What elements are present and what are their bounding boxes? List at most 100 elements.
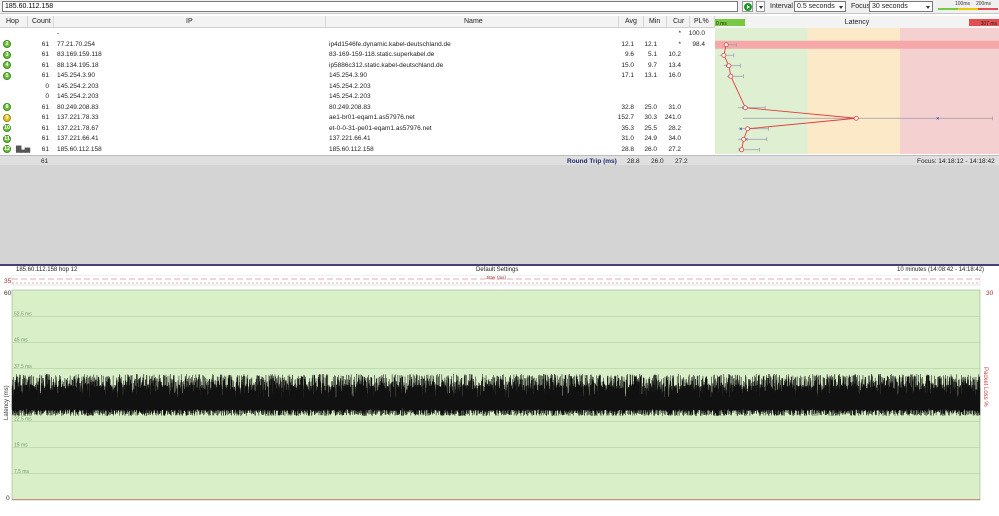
chevron-down-icon [839,6,843,9]
table-row[interactable]: 12 61 185.60.112.158 185.60.112.158 28.8 26.0… [0,145,715,154]
hop-ip: 145.254.3.90 [57,72,95,79]
hop-ip: 80.249.208.83 [57,103,99,111]
hop-count: 61 [41,145,49,153]
chart-settings-label[interactable]: Default Settings [476,267,518,273]
hop-ip: 185.60.112.158 [57,145,102,153]
col-avg[interactable]: Avg [625,18,637,25]
avg-point [726,63,732,69]
start-options-dropdown[interactable] [756,1,765,12]
hop-ip: 77.21.70.254 [57,40,95,48]
table-row[interactable]: 11 61 137.221.66.41 137.221.66.41 31.0 24.9 34… [0,134,715,143]
hop-cur: 31.0 [668,103,681,111]
table-row[interactable]: 9 61 137.221.78.33 ae1-br01-eqam1.as57976.n… [0,113,715,122]
hop-avg: 152.7 [617,114,634,121]
col-cur[interactable]: Cur [673,18,684,25]
pane-splitter[interactable] [0,264,999,266]
toolbar: Interval 0.5 seconds Focus 30 seconds 10… [0,0,999,14]
summary-cur: 27.2 [675,157,688,165]
focus-range: Focus: 14:18:12 - 14:18:42 [917,157,995,165]
chart-range-label: 10 minutes (14:08:42 - 14:18:42) [897,267,985,273]
table-row[interactable]: 0 145.254.2.203 145.254.2.203 [0,82,715,91]
hop-min: 26.0 [644,145,657,153]
hop-ip: 88.134.195.18 [57,61,99,69]
jitter-label: Jitter (ms) [486,275,506,280]
target-input[interactable] [2,1,738,12]
hop-count: 61 [41,124,49,132]
hop-badge: 2 [3,40,11,48]
hop-min: 12.1 [644,40,657,48]
focus-select[interactable]: 30 seconds [869,1,933,12]
hop-badge: 8 [3,103,11,111]
legend-red-bar [978,8,998,10]
table-row[interactable]: 4 61 88.134.195.18 ip5886c312.static.kabel-… [0,61,715,70]
table-row[interactable]: 10 61 137.221.78.67 et-0-0-31-pe01-eqam1.as… [0,124,715,133]
hop-avg: 28.8 [621,145,634,153]
packet-loss-band [715,40,999,49]
summary-min: 26.0 [651,157,664,165]
hop-count: 61 [41,103,49,111]
avg-point [742,105,748,111]
avg-point [741,136,747,142]
hop-name: ip5886c312.static.kabel-deutschland.de [329,61,444,69]
table-row[interactable]: 5 61 145.254.3.90 145.254.3.90 17.1 13.1 16.0 [0,71,715,80]
table-row[interactable]: - * 100.0 [0,29,715,38]
table-row[interactable]: 8 61 80.249.208.83 80.249.208.83 32.8 25.0 31.… [0,103,715,112]
hop-count: 61 [41,114,49,121]
hop-name: et-0-0-31-pe01-eqam1.as57976.net [329,124,432,132]
hop-badge: 12 [3,145,11,153]
hop-cur: * [678,40,681,48]
yellow-zone [807,16,901,154]
focus-label: Focus [851,3,871,10]
graph-icon[interactable]: ▇▃▅ [16,145,30,153]
red-zone [900,16,999,154]
chevron-down-icon [926,6,930,9]
y-grid-label: 15 ms [14,443,28,449]
col-hop[interactable]: Hop [6,18,19,25]
col-min[interactable]: Min [649,18,660,25]
interval-value: 0.5 seconds [797,3,835,10]
hop-name: 185.60.112.158 [329,145,374,153]
y2-max-label: 30 [986,290,994,297]
hop-ip: 137.221.78.67 [57,124,99,132]
table-row[interactable]: 2 61 77.21.70.254 ip4d1546fe.dynamic.kabel-… [0,40,715,49]
jitter-top-label: 35 [4,278,12,285]
hop-current-marker: × [739,127,743,133]
hop-ip: 83.169.159.118 [57,51,102,58]
legend-200-label: 200ms [976,1,992,7]
table-row[interactable]: 0 145.254.2.203 145.254.2.203 [0,92,715,101]
hop-badge: 9 [3,113,11,122]
hop-min: 9.7 [647,61,657,69]
hop-ip: 137.221.66.41 [57,135,99,142]
col-pl[interactable]: PL% [694,18,709,25]
hop-badge: 3 [3,50,11,59]
legend-100-label: 100ms [955,1,971,7]
hop-avg: 31.0 [621,135,634,142]
chart-target-label: 185.60.112.158 hop 12 [16,267,78,273]
col-count[interactable]: Count [32,18,51,25]
hop-ip: 145.254.2.203 [57,82,99,90]
hop-avg: 9.6 [624,51,634,58]
hop-min: 30.3 [644,114,657,121]
hop-count: 61 [41,40,49,48]
hop-avg: 12.1 [621,40,634,48]
hop-pl: 98.4 [692,40,705,48]
hop-count: 0 [45,93,49,100]
summary-count: 61 [41,157,49,165]
col-ip[interactable]: IP [186,18,193,25]
avg-point [739,147,745,153]
latency-max-label: 307 ms [981,21,998,27]
hop-count: 61 [41,61,49,69]
summary-label: Round Trip (ms) [567,157,617,165]
table-row[interactable]: 3 61 83.169.159.118 83-169-159-118.static.s… [0,50,715,59]
hop-min: 25.5 [644,124,657,132]
hop-min: 25.0 [644,103,657,111]
avg-point [853,115,859,121]
col-name[interactable]: Name [464,18,483,25]
hop-current-marker: × [936,116,940,122]
hop-cur: 241.0 [664,114,681,121]
y-grid-label: 45 ms [14,338,28,344]
hop-avg: 35.3 [621,124,634,132]
start-button[interactable] [742,1,753,12]
hop-ip: - [57,30,60,37]
interval-select[interactable]: 0.5 seconds [794,1,846,12]
